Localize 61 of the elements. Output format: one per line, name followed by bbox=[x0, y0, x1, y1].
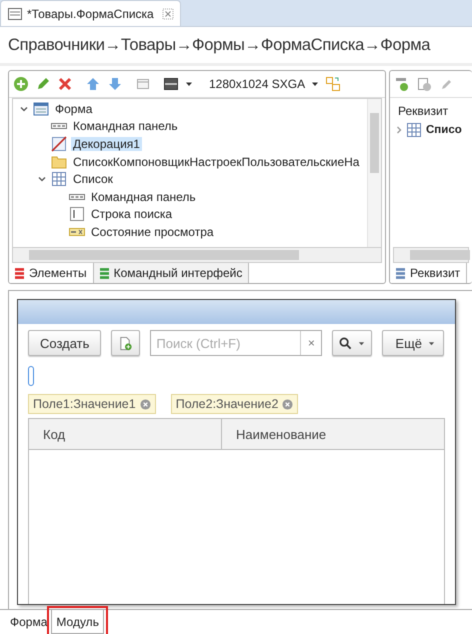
caret-icon bbox=[428, 340, 436, 346]
layout-icon[interactable] bbox=[163, 76, 179, 92]
stack-icon bbox=[100, 268, 109, 278]
pencil-icon[interactable] bbox=[35, 76, 51, 92]
add-attribute-icon[interactable] bbox=[394, 76, 410, 92]
close-icon[interactable] bbox=[282, 398, 294, 410]
add-copy-button[interactable] bbox=[111, 330, 140, 356]
column-header[interactable]: Код bbox=[29, 419, 222, 449]
filter-tag[interactable]: Поле1:Значение1 bbox=[28, 394, 156, 414]
tree-item[interactable]: Форма bbox=[53, 102, 94, 116]
close-icon[interactable] bbox=[162, 8, 174, 20]
form-icon bbox=[33, 100, 49, 117]
panel-tab[interactable]: Реквизит bbox=[390, 263, 468, 283]
stack-icon bbox=[396, 268, 405, 278]
folder-icon bbox=[51, 154, 67, 170]
panel-tab[interactable]: Командный интерфейс bbox=[94, 263, 250, 283]
tree-item[interactable]: Списо bbox=[424, 124, 464, 136]
column-header[interactable]: Наименование bbox=[222, 419, 444, 449]
clear-button[interactable]: × bbox=[300, 331, 322, 355]
delete-icon[interactable] bbox=[57, 76, 73, 92]
swap-layout-icon[interactable] bbox=[325, 76, 342, 92]
create-button[interactable]: Создать bbox=[28, 330, 102, 356]
scrollbar[interactable] bbox=[12, 247, 382, 263]
text-field-icon bbox=[69, 206, 85, 222]
search-field[interactable]: Поиск (Ctrl+F) × bbox=[150, 330, 322, 356]
tree-item[interactable]: Командная панель bbox=[71, 119, 180, 134]
column-header: Реквизит bbox=[397, 103, 450, 120]
tree-item[interactable]: СписокКомпоновщикНастроекПользовательскиеНа bbox=[71, 154, 362, 169]
tree-item[interactable]: Состояние просмотра bbox=[89, 224, 216, 239]
tree-item[interactable]: Командная панель bbox=[89, 190, 198, 204]
tree-item[interactable]: Декорация1 bbox=[71, 136, 142, 151]
scrollbar[interactable] bbox=[367, 99, 381, 247]
search-button[interactable] bbox=[332, 330, 372, 356]
add-table-icon[interactable] bbox=[416, 76, 432, 92]
scrollbar[interactable] bbox=[393, 247, 469, 263]
resolution-dropdown[interactable]: 1280x1024 SXGA bbox=[209, 77, 306, 91]
table-icon bbox=[51, 171, 67, 188]
filter-tag[interactable]: Поле2:Значение2 bbox=[170, 394, 298, 414]
form-icon bbox=[7, 6, 23, 22]
caret-icon[interactable] bbox=[311, 80, 320, 88]
more-button[interactable]: Ещё bbox=[382, 330, 444, 356]
caret-icon[interactable] bbox=[185, 80, 193, 88]
close-icon[interactable] bbox=[140, 398, 151, 410]
search-icon bbox=[339, 336, 352, 350]
window-icon[interactable] bbox=[135, 76, 151, 92]
tree-item[interactable]: Список bbox=[71, 172, 115, 186]
decoration-icon bbox=[51, 136, 67, 152]
arrow-down-icon[interactable] bbox=[107, 76, 123, 92]
expand-toggle-icon[interactable] bbox=[394, 124, 404, 135]
editor-tab[interactable]: *Товары.ФормаСписка bbox=[0, 0, 181, 26]
breadcrumb: Справочники→Товары→Формы→ФормаСписка→Форма bbox=[0, 27, 472, 66]
table-icon bbox=[406, 122, 422, 138]
add-icon[interactable] bbox=[13, 76, 29, 92]
caret-icon bbox=[358, 340, 366, 346]
panel-tab[interactable]: Элементы bbox=[9, 263, 94, 283]
arrow-up-icon[interactable] bbox=[85, 76, 101, 92]
editor-tab[interactable]: Форма bbox=[6, 610, 52, 634]
tree-item[interactable]: Строка поиска bbox=[89, 207, 174, 222]
decoration-marker bbox=[28, 366, 34, 386]
stack-icon bbox=[15, 268, 24, 278]
document-add-icon bbox=[118, 336, 134, 350]
